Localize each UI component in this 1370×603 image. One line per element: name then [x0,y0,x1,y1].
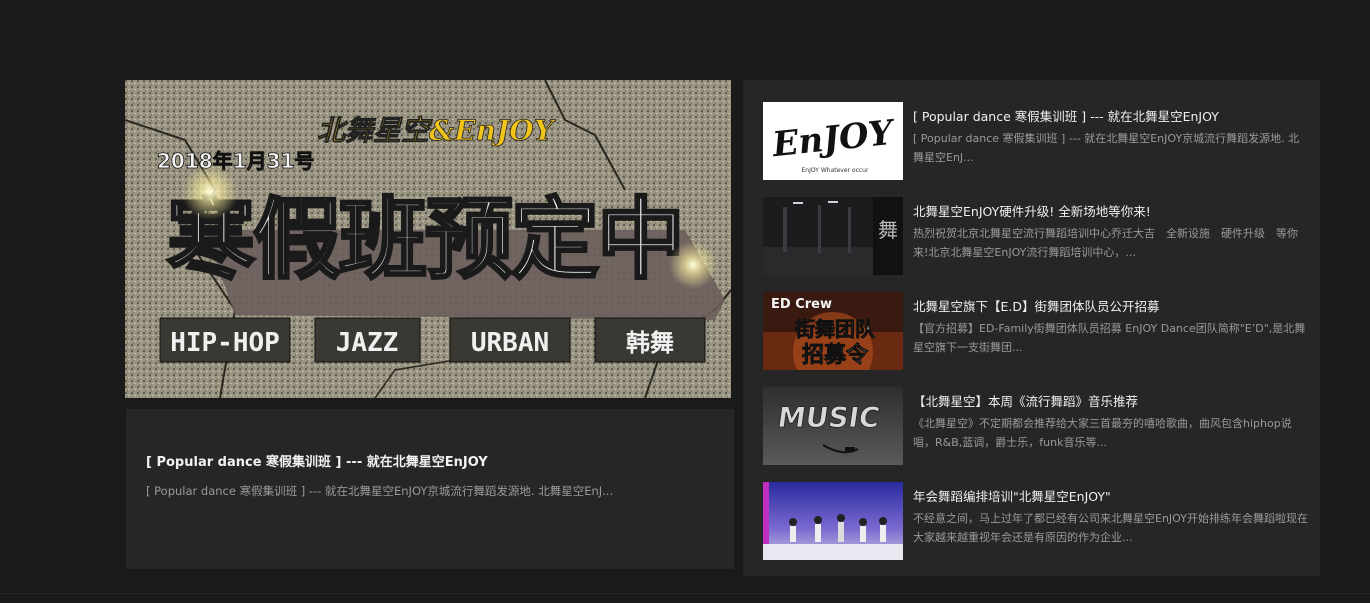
footer-divider [0,593,1370,594]
item-title[interactable]: 年会舞蹈编排培训"北舞星空EnJOY" [913,486,1111,505]
featured-article[interactable]: 2018年1月31号 北舞星空&EnJOY 寒假班预定中 HIP-HOP JAZ… [125,80,733,398]
list-item[interactable]: ED Crew 街舞团队 招募令 北舞星空旗下【E.D】街舞团体队员公开招募 【… [763,292,1308,370]
list-item[interactable]: 舞 北舞星空EnJOY硬件升级! 全新场地等你来! 热烈祝贺北京北舞星空流行舞蹈… [763,197,1308,275]
featured-title[interactable]: [ Popular dance 寒假集训班 ] --- 就在北舞星空EnJOY [146,451,488,470]
thumbnail-image[interactable]: ED Crew 街舞团队 招募令 [763,292,903,370]
banner-brand: 北舞星空&EnJOY [317,114,557,147]
item-title[interactable]: [ Popular dance 寒假集训班 ] --- 就在北舞星空EnJOY [913,106,1219,125]
thumb-line2: 招募令 [802,342,869,368]
thumb-music-text: MUSIC [776,401,882,434]
thumb-line1: 街舞团队 [794,317,876,341]
item-title[interactable]: 北舞星空EnJOY硬件升级! 全新场地等你来! [913,201,1151,220]
banner-style-jazz: JAZZ [336,328,399,358]
item-description: 【官方招募】ED-Family街舞团体队员招募 EnJOY Dance团队简称"… [913,322,1306,354]
page: 2018年1月31号 北舞星空&EnJOY 寒假班预定中 HIP-HOP JAZ… [0,0,1370,603]
banner-graphic: 2018年1月31号 北舞星空&EnJOY 寒假班预定中 HIP-HOP JAZ… [125,80,731,398]
thumb-logo-subtext: EnJOY Whatever occur [802,167,869,174]
thumbnail-image[interactable]: 舞 [763,197,903,275]
item-description: 《北舞星空》不定期都会推荐给大家三首最夯的嘻哈歌曲，曲风包含hiphop说唱，R… [913,417,1292,449]
featured-banner-image[interactable]: 2018年1月31号 北舞星空&EnJOY 寒假班预定中 HIP-HOP JAZ… [125,80,731,398]
thumbnail-image[interactable] [763,482,903,560]
banner-style-urban: URBAN [471,328,549,358]
list-item[interactable]: EnJOY EnJOY Whatever occur [ Popular dan… [763,102,1308,180]
item-description: 热烈祝贺北京北舞星空流行舞蹈培训中心乔迁大吉 全新设施 硬件升级 等你来!北京北… [913,227,1298,259]
item-description: [ Popular dance 寒假集训班 ] --- 就在北舞星空EnJOY京… [913,132,1300,164]
thumbnail-image[interactable]: MUSIC [763,387,903,465]
banner-style-kdance: 韩舞 [626,329,674,357]
featured-description: [ Popular dance 寒假集训班 ] --- 就在北舞星空EnJOY京… [146,484,614,498]
list-item[interactable]: MUSIC 【北舞星空】本周《流行舞蹈》音乐推荐 《北舞星空》不定期都会推荐给大… [763,387,1308,465]
svg-text:舞: 舞 [878,218,898,242]
thumb-crew-text: ED Crew [771,297,832,312]
thumbnail-image[interactable]: EnJOY EnJOY Whatever occur [763,102,903,180]
news-list: EnJOY EnJOY Whatever occur [ Popular dan… [743,80,1320,576]
banner-date: 2018年1月31号 [157,149,314,173]
list-item[interactable]: 年会舞蹈编排培训"北舞星空EnJOY" 不经意之间，马上过年了都已经有公司来北舞… [763,482,1308,560]
featured-caption: [ Popular dance 寒假集训班 ] --- 就在北舞星空EnJOY … [126,409,734,569]
banner-headline: 寒假班预定中 [167,188,683,291]
banner-style-hiphop: HIP-HOP [170,328,280,358]
item-description: 不经意之间，马上过年了都已经有公司来北舞星空EnJOY开始排练年会舞蹈啦现在大家… [913,512,1308,544]
item-title[interactable]: 北舞星空旗下【E.D】街舞团体队员公开招募 [913,296,1160,315]
item-title[interactable]: 【北舞星空】本周《流行舞蹈》音乐推荐 [913,391,1138,410]
